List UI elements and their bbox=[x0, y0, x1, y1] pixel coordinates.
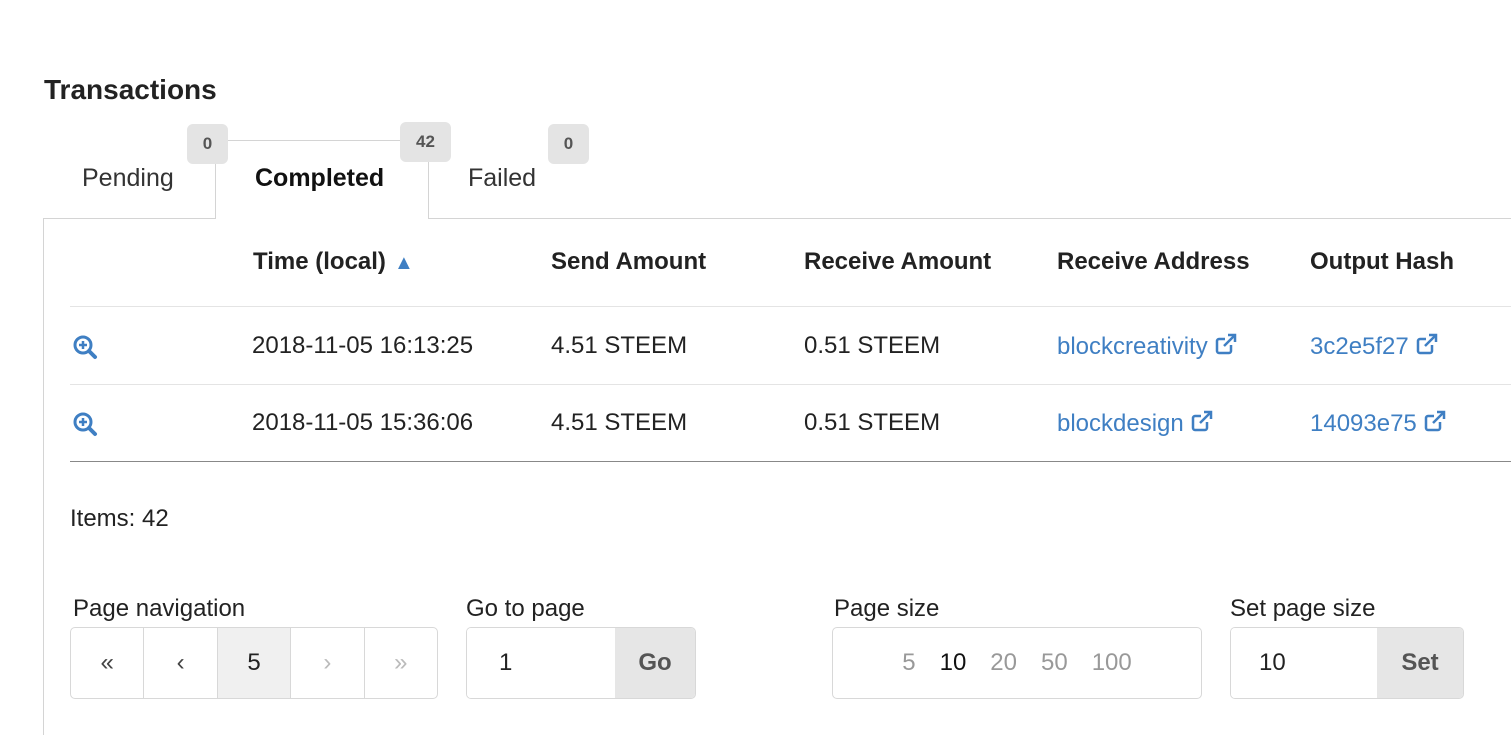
column-header-time[interactable]: Time (local) ▲ bbox=[253, 248, 414, 276]
tab-completed[interactable]: Completed bbox=[255, 164, 384, 193]
set-page-size-group: Set bbox=[1230, 627, 1464, 699]
output-hash-link[interactable]: 3c2e5f27 bbox=[1310, 332, 1439, 363]
tab-border-right bbox=[428, 162, 429, 219]
tab-failed[interactable]: Failed bbox=[468, 164, 536, 193]
failed-count-badge: 0 bbox=[548, 124, 589, 164]
row-send-amount: 4.51 STEEM bbox=[551, 409, 688, 436]
page-size-option-100[interactable]: 100 bbox=[1092, 649, 1132, 677]
items-count: Items: 42 bbox=[70, 505, 169, 532]
page-size-option-10[interactable]: 10 bbox=[940, 649, 967, 677]
external-link-icon[interactable] bbox=[1415, 332, 1439, 363]
zoom-in-icon[interactable] bbox=[72, 334, 98, 365]
page-size-option-5[interactable]: 5 bbox=[902, 649, 915, 677]
row-send-amount: 4.51 STEEM bbox=[551, 332, 688, 359]
page-navigation-label: Page navigation bbox=[73, 595, 246, 622]
external-link-icon[interactable] bbox=[1423, 409, 1447, 440]
page-size-label: Page size bbox=[834, 595, 940, 622]
column-header-receive-address: Receive Address bbox=[1057, 248, 1250, 275]
output-hash-text[interactable]: 14093e75 bbox=[1310, 410, 1417, 437]
completed-count-badge: 42 bbox=[400, 122, 451, 162]
output-hash-text[interactable]: 3c2e5f27 bbox=[1310, 333, 1409, 360]
output-hash-link[interactable]: 14093e75 bbox=[1310, 409, 1447, 440]
tab-pending[interactable]: Pending bbox=[82, 164, 174, 193]
pagination: « ‹ 5 › » bbox=[70, 627, 438, 699]
external-link-icon[interactable] bbox=[1190, 409, 1214, 440]
tabs-divider bbox=[228, 140, 402, 141]
tab-border-left bbox=[215, 164, 216, 219]
row-receive-amount: 0.51 STEEM bbox=[804, 332, 941, 359]
content-border-top-left bbox=[43, 218, 216, 219]
current-page-button[interactable]: 5 bbox=[217, 628, 292, 698]
set-button[interactable]: Set bbox=[1377, 628, 1463, 698]
content-border-top-right bbox=[428, 218, 1511, 219]
receive-address-link[interactable]: blockcreativity bbox=[1057, 332, 1238, 363]
set-page-size-label: Set page size bbox=[1230, 595, 1376, 622]
row-time: 2018-11-05 15:36:06 bbox=[252, 409, 474, 436]
sort-ascending-icon: ▲ bbox=[393, 252, 414, 274]
page-size-input[interactable] bbox=[1231, 628, 1377, 698]
column-header-send-amount: Send Amount bbox=[551, 248, 707, 275]
column-header-output-hash: Output Hash bbox=[1310, 248, 1454, 275]
go-to-page-label: Go to page bbox=[466, 595, 585, 622]
last-page-button[interactable]: » bbox=[365, 628, 437, 698]
receive-address-text[interactable]: blockcreativity bbox=[1057, 333, 1208, 360]
receive-address-link[interactable]: blockdesign bbox=[1057, 409, 1214, 440]
row-divider bbox=[70, 384, 1511, 385]
previous-page-button[interactable]: ‹ bbox=[144, 628, 218, 698]
go-button[interactable]: Go bbox=[615, 628, 695, 698]
zoom-in-icon[interactable] bbox=[72, 411, 98, 442]
page-size-option-50[interactable]: 50 bbox=[1041, 649, 1068, 677]
pending-count-badge: 0 bbox=[187, 124, 228, 164]
header-divider bbox=[70, 306, 1511, 307]
go-to-page-input[interactable] bbox=[467, 628, 615, 698]
go-to-page-group: Go bbox=[466, 627, 696, 699]
table-bottom-border bbox=[70, 461, 1511, 462]
page-size-option-20[interactable]: 20 bbox=[990, 649, 1017, 677]
first-page-button[interactable]: « bbox=[71, 628, 145, 698]
next-page-button[interactable]: › bbox=[291, 628, 365, 698]
page-size-selector: 5 10 20 50 100 bbox=[832, 627, 1202, 699]
receive-address-text[interactable]: blockdesign bbox=[1057, 410, 1184, 437]
column-header-receive-amount: Receive Amount bbox=[804, 248, 992, 275]
external-link-icon[interactable] bbox=[1214, 332, 1238, 363]
content-border-left bbox=[43, 218, 44, 735]
row-time: 2018-11-05 16:13:25 bbox=[252, 332, 474, 359]
page-title: Transactions bbox=[44, 74, 217, 105]
row-receive-amount: 0.51 STEEM bbox=[804, 409, 941, 436]
